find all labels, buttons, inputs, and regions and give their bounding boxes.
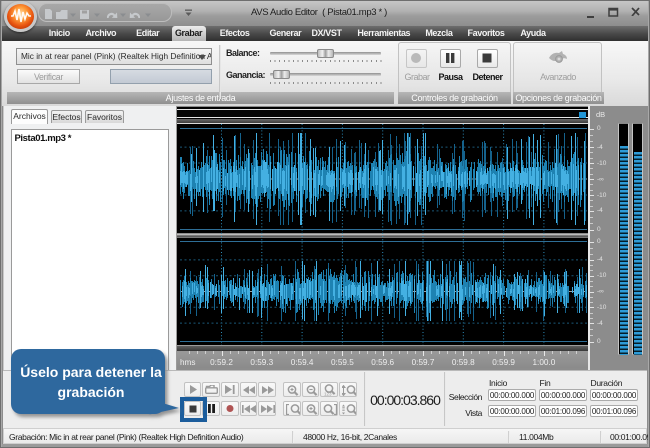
svg-text:123: 123 (324, 392, 332, 397)
